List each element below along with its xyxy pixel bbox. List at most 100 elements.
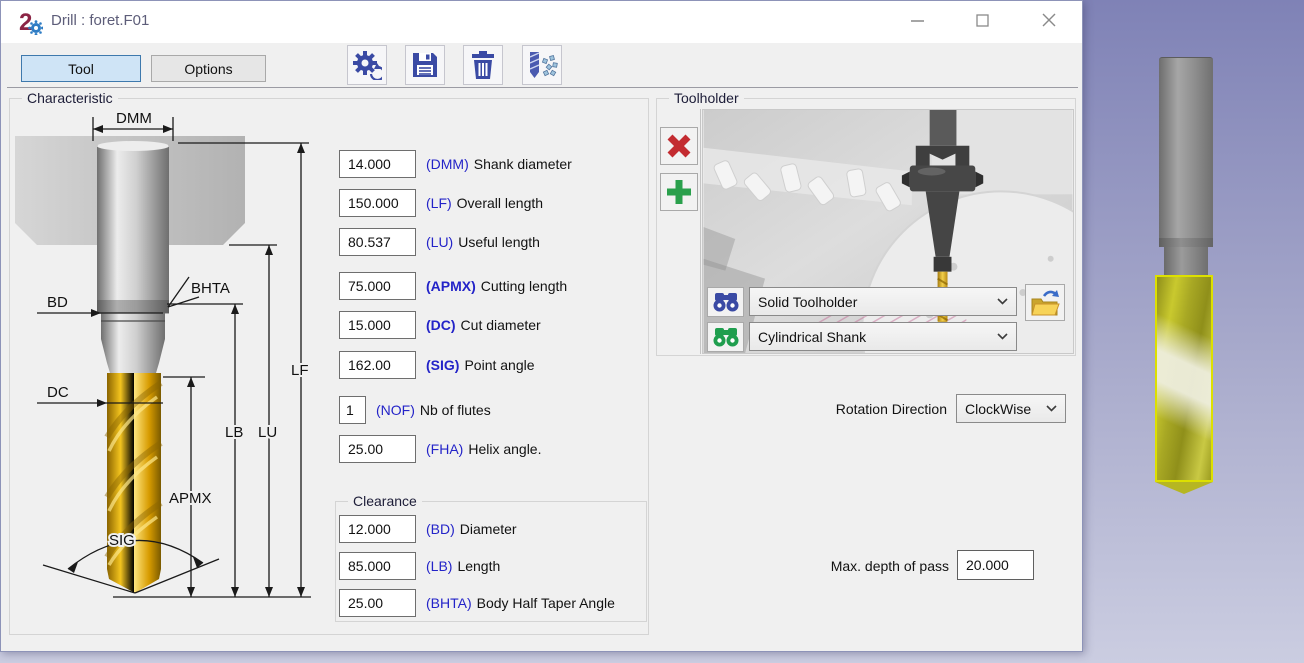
- binoculars-green-icon: [713, 327, 739, 347]
- diagram-label-lu: LU: [258, 424, 277, 441]
- minimize-icon: [911, 14, 924, 27]
- body-half-taper-angle-input[interactable]: [339, 589, 416, 617]
- overall-length-input[interactable]: [339, 189, 416, 217]
- drill-render-shank: [1159, 57, 1213, 238]
- viewport-3d: [1084, 0, 1304, 663]
- cutting-length-input[interactable]: [339, 272, 416, 300]
- open-folder-icon: [1030, 289, 1060, 317]
- chevron-down-icon: [1046, 405, 1057, 412]
- field-label: Overall length: [457, 195, 543, 211]
- open-toolholder-file-button[interactable]: [1025, 284, 1065, 321]
- toolbar-separator: [7, 87, 1078, 88]
- field-label: Shank diameter: [474, 156, 572, 172]
- field-code: (LU): [426, 234, 453, 250]
- diagram-label-lb: LB: [225, 424, 243, 441]
- add-toolholder-button[interactable]: [660, 173, 698, 211]
- field-label: Helix angle.: [468, 441, 541, 457]
- drill-render-ring: [1159, 238, 1213, 247]
- field-cutting-length: (APMX) Cutting length: [339, 272, 567, 300]
- app-logo-icon: 2: [17, 9, 43, 35]
- field-code: (SIG): [426, 357, 459, 373]
- helix-angle-input[interactable]: [339, 435, 416, 463]
- chevron-down-icon: [997, 333, 1008, 340]
- diagram-label-apmx: APMX: [169, 490, 212, 507]
- diagram-label-dc: DC: [47, 384, 69, 401]
- characteristic-legend: Characteristic: [22, 90, 118, 106]
- toolholder-type-select[interactable]: Solid Toolholder: [749, 287, 1017, 316]
- field-code: (DC): [426, 317, 456, 333]
- tab-options[interactable]: Options: [151, 55, 266, 82]
- diagram-label-bd: BD: [47, 294, 68, 311]
- field-label: Diameter: [460, 521, 517, 537]
- toolholder-preview-image: [702, 109, 1074, 354]
- gear-refresh-icon: [352, 50, 382, 80]
- field-label: Nb of flutes: [420, 402, 491, 418]
- drill-render-flute: [1155, 275, 1213, 482]
- field-useful-length: (LU) Useful length: [339, 228, 540, 256]
- clearance-legend: Clearance: [348, 493, 422, 509]
- field-label: Length: [457, 558, 500, 574]
- field-shank-diameter: (DMM) Shank diameter: [339, 150, 572, 178]
- field-label: Body Half Taper Angle: [477, 595, 615, 611]
- field-nb-of-flutes: (NOF) Nb of flutes: [339, 396, 491, 424]
- field-body-half-taper-angle: (BHTA) Body Half Taper Angle: [339, 589, 615, 617]
- useful-length-input[interactable]: [339, 228, 416, 256]
- cut-diameter-input[interactable]: [339, 311, 416, 339]
- update-parameters-button[interactable]: [347, 45, 387, 85]
- field-clearance-length: (LB) Length: [339, 552, 500, 580]
- toolholder-legend: Toolholder: [669, 90, 744, 106]
- window-title: Drill : foret.F01: [51, 12, 149, 29]
- remove-toolholder-button[interactable]: [660, 127, 698, 165]
- drill-render-tip: [1155, 482, 1213, 494]
- maximize-icon: [976, 14, 989, 27]
- tab-tool[interactable]: Tool: [21, 55, 141, 82]
- rotation-direction-select[interactable]: ClockWise: [956, 394, 1066, 423]
- nb-of-flutes-input[interactable]: [339, 396, 366, 424]
- max-depth-input[interactable]: [957, 550, 1034, 580]
- field-label: Cut diameter: [461, 317, 541, 333]
- field-code: (FHA): [426, 441, 463, 457]
- svg-text:2: 2: [19, 9, 32, 35]
- toolholder-divider: [700, 109, 701, 354]
- drill-dialog: 2 Drill : foret.F01 Tool Options: [0, 0, 1083, 652]
- diagram-label-sig: SIG: [109, 532, 135, 549]
- minimize-button[interactable]: [891, 1, 943, 39]
- save-button[interactable]: [405, 45, 445, 85]
- field-point-angle: (SIG) Point angle: [339, 351, 535, 379]
- point-angle-input[interactable]: [339, 351, 416, 379]
- clearance-length-input[interactable]: [339, 552, 416, 580]
- rotation-direction-label: Rotation Direction: [701, 401, 947, 417]
- close-button[interactable]: [1021, 1, 1077, 39]
- field-code: (DMM): [426, 156, 469, 172]
- delete-button[interactable]: [463, 45, 503, 85]
- add-plus-icon: [666, 179, 692, 205]
- maximize-button[interactable]: [956, 1, 1008, 39]
- field-clearance-diameter: (BD) Diameter: [339, 515, 517, 543]
- field-code: (BD): [426, 521, 455, 537]
- field-code: (BHTA): [426, 595, 472, 611]
- field-code: (LF): [426, 195, 452, 211]
- field-code: (LB): [426, 558, 452, 574]
- shank-type-value: Cylindrical Shank: [758, 329, 997, 345]
- drill-diagram: DMM BHTA BD DC SIG APMX LB LU LF: [13, 107, 335, 634]
- close-icon: [1042, 13, 1056, 27]
- shank-type-select[interactable]: Cylindrical Shank: [749, 322, 1017, 351]
- drill-chips-icon: [526, 51, 558, 79]
- diagram-label-dmm: DMM: [116, 110, 152, 127]
- remove-x-icon: [666, 133, 692, 159]
- field-label: Point angle: [464, 357, 534, 373]
- search-shank-button[interactable]: [707, 322, 744, 352]
- field-label: Useful length: [458, 234, 540, 250]
- max-depth-label: Max. depth of pass: [701, 558, 949, 574]
- drill-render-neck: [1164, 247, 1208, 275]
- shank-diameter-input[interactable]: [339, 150, 416, 178]
- field-cut-diameter: (DC) Cut diameter: [339, 311, 541, 339]
- search-toolholder-button[interactable]: [707, 287, 744, 317]
- diagram-label-lf: LF: [291, 362, 309, 379]
- title-bar: 2 Drill : foret.F01: [1, 1, 1082, 43]
- clearance-diameter-input[interactable]: [339, 515, 416, 543]
- tool-display-button[interactable]: [522, 45, 562, 85]
- binoculars-blue-icon: [713, 292, 739, 312]
- field-code: (APMX): [426, 278, 476, 294]
- save-icon: [411, 51, 439, 79]
